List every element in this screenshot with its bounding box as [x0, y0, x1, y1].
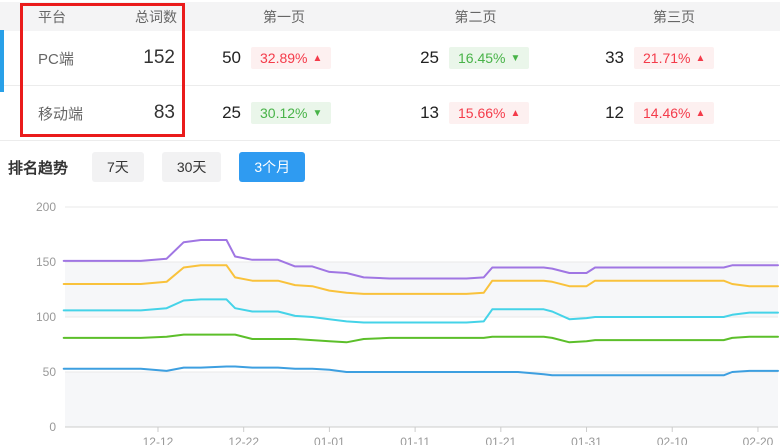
total-words-value: 152 — [110, 47, 185, 69]
page-stat-cell: 25 16.45% ▼ — [383, 47, 568, 69]
pct-value: 30.12% — [260, 105, 307, 121]
page-count: 25 — [185, 103, 241, 123]
table-row-移动端[interactable]: 移动端8325 30.12% ▼ 13 15.66% ▲ 12 14.46% ▲ — [0, 86, 780, 141]
y-axis-label: 100 — [36, 310, 56, 324]
x-axis-label: 12-12 — [143, 435, 174, 445]
x-axis-label: 01-21 — [485, 435, 516, 445]
x-axis-label: 01-01 — [314, 435, 345, 445]
pct-value: 21.71% — [643, 50, 690, 66]
page-count: 33 — [568, 48, 624, 68]
selected-row-indicator — [0, 30, 4, 92]
page-count: 25 — [383, 48, 439, 68]
pct-value: 16.45% — [458, 50, 505, 66]
table-header-cell: 第二页 — [383, 7, 568, 27]
arrow-down-icon: ▼ — [312, 108, 322, 119]
trend-controls: 排名趋势 7天 30天 3个月 — [8, 153, 323, 181]
table-body: PC端1525032.89%▲2516.45%▼3321.71%▲移动端8325… — [0, 31, 780, 141]
table-header: 平台总词数第一页第二页第三页 — [0, 2, 780, 31]
page-stat-cell: 12 14.46% ▲ — [568, 102, 780, 124]
page-stat-cell: 25 30.12% ▼ — [185, 102, 383, 124]
page-stat-cell: 13 15.66% ▲ — [383, 102, 568, 124]
arrow-up-icon: ▲ — [695, 108, 705, 119]
platform-label: 移动端 — [0, 103, 110, 124]
table-header-cell: 第一页 — [185, 7, 383, 27]
x-axis-label: 01-31 — [571, 435, 602, 445]
table-header-cell: 平台 — [0, 7, 110, 27]
arrow-up-icon: ▲ — [695, 53, 705, 64]
x-axis-label: 12-22 — [228, 435, 259, 445]
trend-title: 排名趋势 — [8, 157, 68, 178]
y-axis-label: 50 — [43, 365, 57, 379]
pct-change-badge: 32.89% ▲ — [251, 47, 331, 69]
y-axis-label: 0 — [49, 420, 56, 434]
x-axis-label: 01-11 — [400, 435, 430, 445]
x-axis-label: 02-20 — [743, 435, 774, 445]
keyword-summary-table: 平台总词数第一页第二页第三页 PC端1525032.89%▲2516.45%▼3… — [0, 2, 780, 141]
pct-value: 32.89% — [260, 50, 307, 66]
pct-change-badge: 21.71% ▲ — [634, 47, 714, 69]
pct-change-badge: 15.66% ▲ — [449, 102, 529, 124]
pct-change-badge: 16.45% ▼ — [449, 47, 529, 69]
tab-3个月[interactable]: 3个月 — [239, 152, 305, 182]
page-count: 13 — [383, 103, 439, 123]
x-axis-label: 02-10 — [657, 435, 688, 445]
trend-tabs: 7天 30天 3个月 — [92, 152, 323, 182]
table-row-PC端[interactable]: PC端15250 32.89% ▲ 25 16.45% ▼ 33 21.71% ▲ — [0, 31, 780, 86]
arrow-up-icon: ▲ — [510, 108, 520, 119]
pct-value: 14.46% — [643, 105, 690, 121]
page-count: 12 — [568, 103, 624, 123]
tab-30天[interactable]: 30天 — [162, 152, 222, 182]
platform-label: PC端 — [0, 48, 110, 69]
y-axis-label: 200 — [36, 200, 56, 214]
rank-trend-chart[interactable]: 050100150200爱站网12-1212-2201-0101-1101-21… — [0, 193, 780, 445]
page-stat-cell: 33 21.71% ▲ — [568, 47, 780, 69]
split-band — [65, 372, 778, 427]
pct-change-badge: 30.12% ▼ — [251, 102, 331, 124]
y-axis-label: 150 — [36, 255, 56, 269]
total-words-value: 83 — [110, 102, 185, 124]
dashboard: 平台总词数第一页第二页第三页 PC端1525032.89%▲2516.45%▼3… — [0, 0, 780, 445]
pct-change-badge: 14.46% ▲ — [634, 102, 714, 124]
tab-7天[interactable]: 7天 — [92, 152, 144, 182]
arrow-up-icon: ▲ — [312, 53, 322, 64]
table-header-cell: 总词数 — [110, 7, 185, 27]
arrow-down-icon: ▼ — [510, 53, 520, 64]
page-stat-cell: 50 32.89% ▲ — [185, 47, 383, 69]
pct-value: 15.66% — [458, 105, 505, 121]
split-band — [65, 262, 778, 317]
page-count: 50 — [185, 48, 241, 68]
trend-line-line-4 — [64, 335, 778, 343]
table-header-cell: 第三页 — [568, 7, 780, 27]
